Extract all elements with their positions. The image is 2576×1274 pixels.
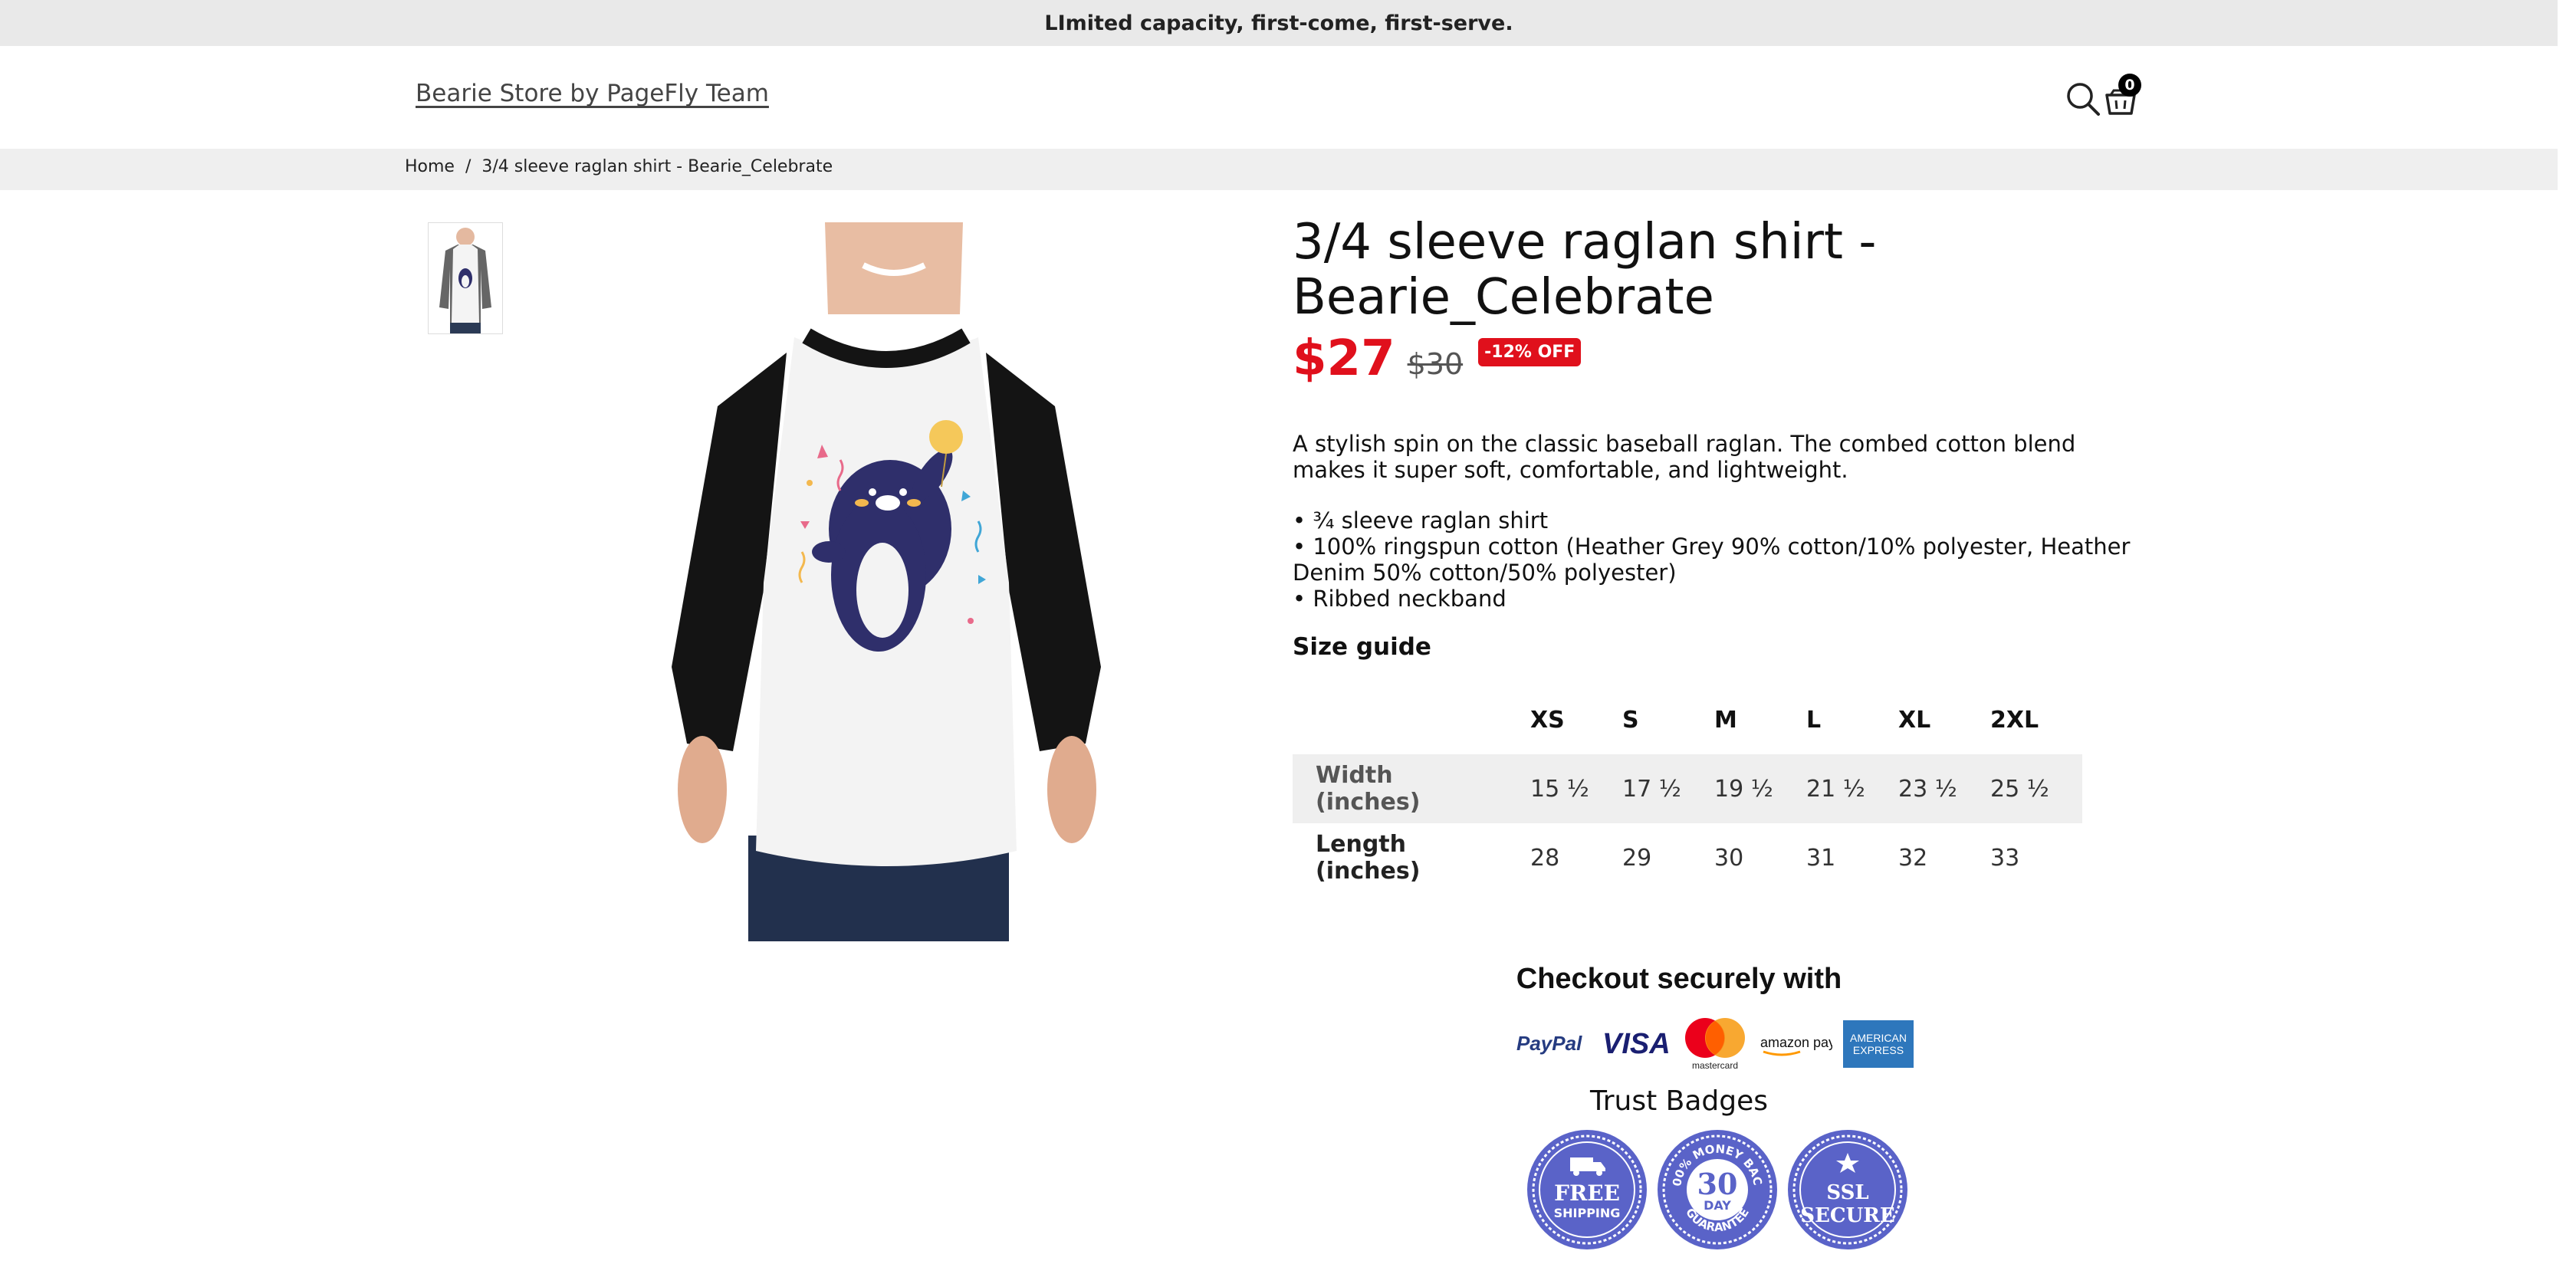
size-col-header: XL xyxy=(1898,706,1931,734)
discount-badge: -12% OFF xyxy=(1478,338,1582,366)
payment-logos: PayPal VISA mastercard amazon pay AMERIC… xyxy=(1515,1016,1914,1072)
table-cell: 29 xyxy=(1622,844,1652,872)
cart-count-badge: 0 xyxy=(2118,74,2141,97)
breadcrumb-home-link[interactable]: Home xyxy=(405,157,455,176)
money-back-badge-icon: 100% MONEY BACK GUARANTEE 30 DAY xyxy=(1656,1128,1777,1249)
trust-badges-heading: Trust Badges xyxy=(1590,1085,1768,1117)
mastercard-icon: mastercard xyxy=(1685,1018,1745,1071)
table-cell: 19 ½ xyxy=(1714,754,1806,823)
svg-text:SHIPPING: SHIPPING xyxy=(1554,1206,1621,1220)
table-row: Width (inches) 15 ½ 17 ½ 19 ½ 21 ½ 23 ½ … xyxy=(1293,754,2082,823)
row-label: Length (inches) xyxy=(1316,831,1421,885)
table-cell: 28 xyxy=(1530,844,1560,872)
size-col-header: S xyxy=(1622,706,1639,734)
table-cell: 30 xyxy=(1714,844,1744,872)
table-cell: 21 ½ xyxy=(1806,754,1898,823)
table-cell: 33 xyxy=(1990,844,2020,872)
feature-item: • 100% ringspun cotton (Heather Grey 90%… xyxy=(1293,534,2131,586)
description-text: A stylish spin on the classic baseball r… xyxy=(1293,431,2076,483)
table-cell: 31 xyxy=(1806,844,1836,872)
svg-text:DAY: DAY xyxy=(1704,1198,1731,1213)
svg-text:mastercard: mastercard xyxy=(1692,1060,1738,1071)
thumbnail-shirt-image xyxy=(429,223,502,333)
visa-icon: VISA xyxy=(1602,1029,1671,1059)
compare-price: $30 xyxy=(1407,347,1464,381)
feature-list: • ¾ sleeve raglan shirt • 100% ringspun … xyxy=(1293,507,2136,612)
table-cell: 17 ½ xyxy=(1622,754,1714,823)
svg-text:AMERICAN: AMERICAN xyxy=(1850,1032,1907,1044)
sale-price: $27 xyxy=(1293,330,1395,387)
svg-text:FREE: FREE xyxy=(1554,1180,1620,1206)
size-col-header: 2XL xyxy=(1990,706,2039,734)
checkout-heading: Checkout securely with xyxy=(1516,963,1842,995)
product-description: A stylish spin on the classic baseball r… xyxy=(1293,431,2136,612)
size-table-header: XS S M L XL 2XL xyxy=(1293,685,2082,754)
row-label: Width (inches) xyxy=(1293,754,1530,823)
size-guide-heading: Size guide xyxy=(1293,633,1431,661)
table-cell: 25 ½ xyxy=(1990,754,2082,823)
ssl-secure-badge-icon: SSL SECURE xyxy=(1788,1130,1907,1249)
size-col-header: L xyxy=(1806,706,1822,734)
feature-item: • ¾ sleeve raglan shirt xyxy=(1293,507,1549,534)
product-title: 3/4 sleeve raglan shirt - Bearie_Celebra… xyxy=(1293,214,1877,326)
table-cell: 32 xyxy=(1898,844,1928,872)
search-icon[interactable] xyxy=(2065,81,2101,117)
svg-text:EXPRESS: EXPRESS xyxy=(1853,1044,1904,1056)
svg-text:VISA: VISA xyxy=(1602,1029,1671,1059)
announcement-text: LImited capacity, first-come, first-serv… xyxy=(1044,11,1513,35)
svg-text:SECURE: SECURE xyxy=(1800,1204,1894,1227)
store-name-link[interactable]: Bearie Store by PageFly Team xyxy=(416,80,769,107)
table-cell: 15 ½ xyxy=(1530,754,1622,823)
trust-badges: FREE SHIPPING 100% MONEY BACK GUARANTEE … xyxy=(1526,1128,1909,1251)
announcement-bar: LImited capacity, first-come, first-serv… xyxy=(0,0,2558,46)
amazon-pay-icon: amazon pay xyxy=(1760,1035,1832,1056)
price-row: $27 $30 -12% OFF xyxy=(1293,330,1582,387)
product-thumbnail[interactable] xyxy=(428,222,503,334)
amex-icon: AMERICAN EXPRESS xyxy=(1843,1020,1914,1068)
svg-text:amazon pay: amazon pay xyxy=(1760,1035,1832,1050)
site-header: Bearie Store by PageFly Team 0 xyxy=(0,46,2558,149)
table-cell: 23 ½ xyxy=(1898,754,1990,823)
table-row: Length (inches) 28 29 30 31 32 33 xyxy=(1293,823,2082,892)
size-col-header: XS xyxy=(1530,706,1565,734)
free-shipping-badge-icon: FREE SHIPPING xyxy=(1527,1130,1647,1249)
breadcrumb: Home / 3/4 sleeve raglan shirt - Bearie_… xyxy=(405,157,833,176)
size-col-header: M xyxy=(1714,706,1737,734)
breadcrumb-bar: Home / 3/4 sleeve raglan shirt - Bearie_… xyxy=(0,149,2558,190)
breadcrumb-current: 3/4 sleeve raglan shirt - Bearie_Celebra… xyxy=(481,157,833,176)
breadcrumb-separator: / xyxy=(465,157,472,176)
feature-item: • Ribbed neckband xyxy=(1293,586,1506,612)
svg-text:PayPal: PayPal xyxy=(1516,1032,1582,1055)
svg-text:SSL: SSL xyxy=(1826,1181,1868,1204)
svg-text:30: 30 xyxy=(1697,1167,1738,1201)
paypal-icon: PayPal xyxy=(1516,1032,1582,1055)
product-main-image[interactable] xyxy=(672,222,1101,941)
size-table: XS S M L XL 2XL Width (inches) 15 ½ 17 ½… xyxy=(1293,685,2082,892)
shirt-illustration xyxy=(672,222,1101,941)
